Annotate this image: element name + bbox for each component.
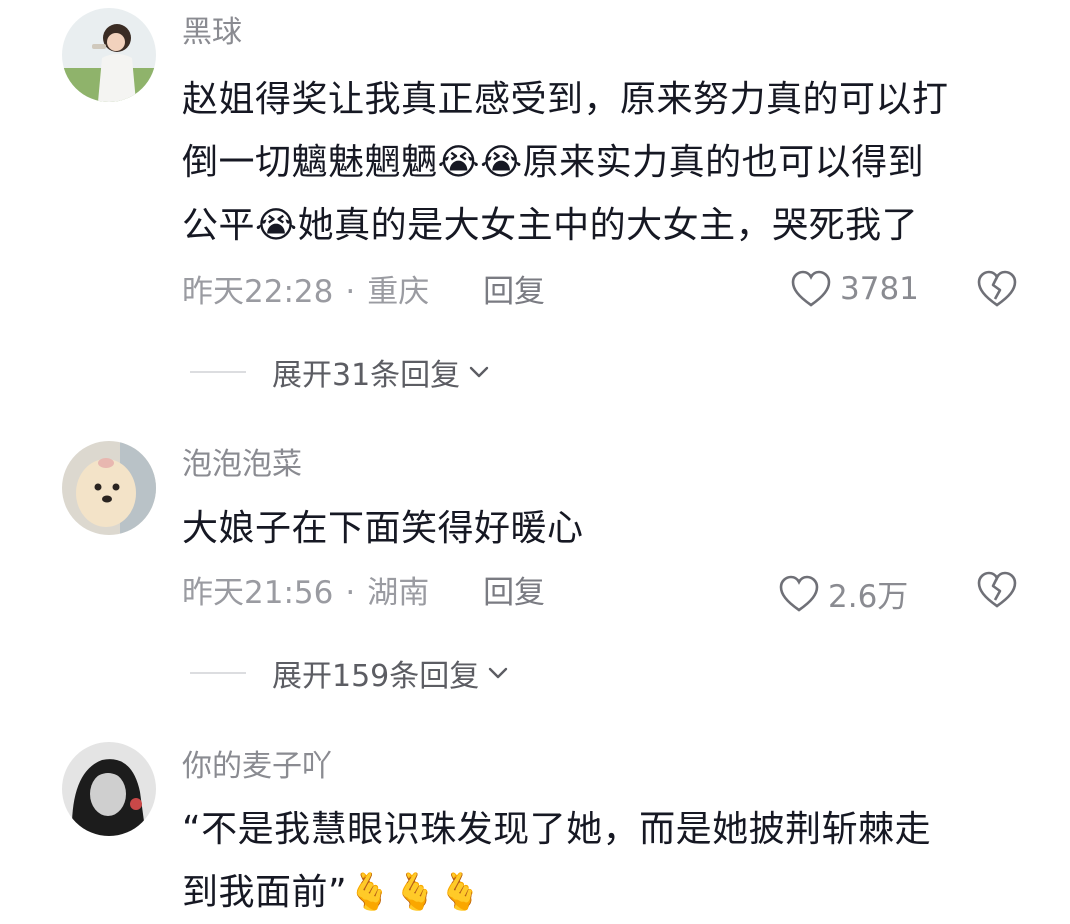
comment-line: 赵姐得奖让我真正感受到，原来努力真的可以打 — [182, 79, 949, 120]
username[interactable]: 泡泡泡菜 — [182, 447, 302, 483]
comment-meta: 昨天22:28 · 重庆 回复 — [182, 272, 545, 312]
dislike-button[interactable] — [976, 571, 1018, 613]
username[interactable]: 你的麦子吖 — [182, 749, 332, 785]
like-button[interactable]: 3781 — [790, 270, 919, 308]
comment-line: “不是我慧眼识珠发现了她，而是她披荆斩棘走 — [182, 809, 932, 850]
divider — [190, 371, 246, 373]
separator: · — [345, 575, 356, 611]
location: 湖南 — [367, 575, 430, 611]
comment-text: “不是我慧眼识珠发现了她，而是她披荆斩棘走 到我面前”🫰🫰🫰 — [182, 798, 1032, 924]
timestamp: 昨天22:28 — [182, 274, 334, 310]
broken-heart-icon — [977, 571, 1017, 608]
avatar[interactable] — [62, 8, 156, 102]
chevron-down-icon — [489, 667, 508, 679]
broken-heart-icon — [977, 270, 1017, 307]
location: 重庆 — [367, 274, 430, 310]
expand-replies-label: 展开31条回复 — [272, 358, 461, 393]
reply-button[interactable]: 回复 — [483, 274, 545, 310]
username[interactable]: 黑球 — [182, 15, 242, 51]
heart-outline-icon — [779, 575, 819, 612]
heart-outline-icon — [791, 270, 831, 307]
chevron-down-icon — [469, 366, 489, 378]
like-count: 3781 — [840, 271, 919, 307]
divider — [190, 672, 246, 674]
comment-meta: 昨天21:56 · 湖南 回复 — [182, 573, 545, 613]
expand-replies-button[interactable]: 展开31条回复 — [190, 350, 492, 394]
comment-text: 大娘子在下面笑得好暖心 — [182, 497, 1032, 560]
comment-text: 赵姐得奖让我真正感受到，原来努力真的可以打 倒一切魑魅魍魉😭😭原来实力真的也可以… — [182, 68, 1032, 257]
dislike-button[interactable] — [976, 270, 1018, 312]
expand-replies-label: 展开159条回复 — [272, 659, 480, 694]
timestamp: 昨天21:56 — [182, 575, 334, 611]
reply-button[interactable]: 回复 — [483, 575, 545, 611]
like-count: 2.6万 — [828, 579, 909, 615]
expand-replies-button[interactable]: 展开159条回复 — [190, 651, 511, 695]
comment-line: 大娘子在下面笑得好暖心 — [182, 508, 584, 549]
avatar[interactable] — [62, 441, 156, 535]
avatar[interactable] — [62, 742, 156, 836]
comment-line: 到我面前”🫰🫰🫰 — [182, 872, 484, 913]
separator: · — [345, 274, 356, 310]
comment-line: 公平😭她真的是大女主中的大女主，哭死我了 — [182, 205, 919, 246]
comment-line: 倒一切魑魅魍魉😭😭原来实力真的也可以得到 — [182, 142, 925, 183]
like-button[interactable]: 2.6万 — [778, 571, 908, 616]
